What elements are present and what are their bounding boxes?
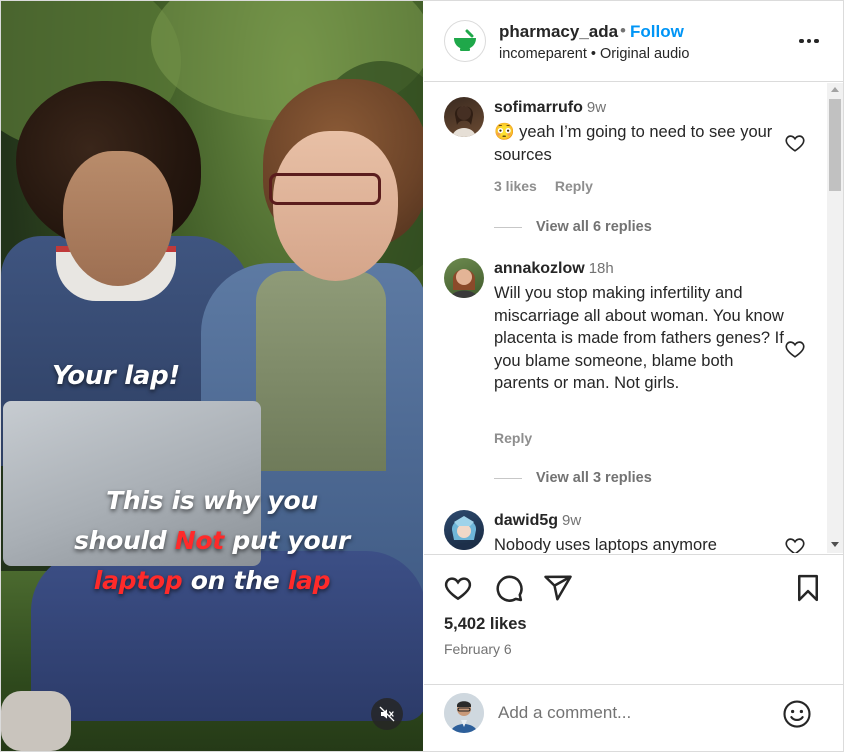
heart-icon[interactable]	[443, 573, 473, 603]
comment-composer	[424, 684, 843, 751]
more-options-button[interactable]	[797, 31, 821, 51]
more-options-icon	[799, 38, 804, 44]
caption-text: on the	[182, 566, 288, 595]
comment-meta: Reply	[494, 430, 550, 446]
caption-text: put your	[223, 526, 350, 555]
avatar-image	[450, 269, 478, 298]
comment-username[interactable]: dawid5g	[494, 512, 558, 529]
comment-username[interactable]: annakozlow	[494, 260, 585, 277]
current-user-avatar	[444, 693, 484, 733]
avatar-image	[451, 516, 477, 550]
mortar-pestle-icon	[454, 29, 476, 51]
avatar[interactable]	[444, 258, 484, 298]
post-actions: 5,402 likes February 6	[424, 554, 843, 684]
caption-highlight: laptop	[93, 566, 183, 595]
mute-button[interactable]	[371, 698, 403, 730]
header-username[interactable]: pharmacy_ada	[499, 22, 618, 42]
person-right-face	[273, 131, 398, 281]
speaker-muted-icon	[379, 706, 395, 722]
avatar-image	[444, 693, 484, 733]
comment-author[interactable]: sofimarrufo 9w	[494, 99, 606, 117]
comment-author[interactable]: dawid5g 9w	[494, 512, 581, 530]
scrollbar-thumb[interactable]	[829, 99, 841, 191]
comment-author[interactable]: annakozlow 18h	[494, 260, 614, 278]
comment-text: 😳 yeah I’m going to need to see your sou…	[494, 121, 784, 166]
comment-body: Will you stop making infertility and mis…	[494, 284, 784, 392]
more-options-icon	[806, 38, 812, 44]
comment-likes-count[interactable]: 3 likes	[494, 178, 537, 194]
caption-your-lap: Your lap!	[52, 361, 180, 391]
person-right-glasses	[269, 173, 381, 205]
comment-bubble-icon[interactable]	[494, 573, 524, 603]
follow-button[interactable]: Follow	[630, 22, 684, 42]
caption-line-1: This is why you	[106, 486, 318, 515]
more-options-icon	[814, 38, 819, 44]
comments-scrollbar[interactable]	[827, 83, 843, 553]
profile-avatar[interactable]	[444, 20, 486, 62]
person-left-face	[63, 151, 173, 286]
audio-attribution[interactable]: incomeparent • Original audio	[499, 46, 689, 62]
paper-plane-icon[interactable]	[543, 573, 573, 603]
reel-video[interactable]: Your lap! This is why you should Not put…	[1, 1, 423, 751]
avatar[interactable]	[444, 97, 484, 137]
caption-line-3: laptop on the lap	[1, 561, 423, 601]
reply-button[interactable]: Reply	[494, 430, 532, 446]
flushed-emoji-icon: 😳	[494, 123, 515, 141]
shoe	[1, 691, 71, 751]
smiley-icon[interactable]	[782, 699, 812, 729]
comment-time[interactable]: 9w	[562, 512, 581, 529]
avatar-image	[452, 106, 476, 137]
caption-highlight: lap	[287, 566, 331, 595]
comment-body: Nobody uses laptops anymore	[494, 536, 717, 553]
comments-list[interactable]: sofimarrufo 9w 😳 yeah I’m going to need t…	[424, 83, 827, 553]
comment-input[interactable]	[498, 699, 768, 727]
caption-text: should	[74, 526, 175, 555]
comment-body: yeah I’m going to need to see your sourc…	[494, 123, 773, 164]
comment-meta: 3 likes Reply	[494, 178, 611, 194]
scroll-up-arrow[interactable]	[831, 87, 839, 92]
comment-time[interactable]: 18h	[589, 260, 614, 277]
caption-line-2: should Not put your	[1, 521, 423, 561]
person-right-shirt	[256, 271, 386, 471]
separator-dot: •	[620, 21, 626, 40]
comment-username[interactable]: sofimarrufo	[494, 99, 583, 116]
avatar[interactable]	[444, 510, 484, 550]
heart-icon[interactable]	[784, 338, 806, 360]
view-replies-button[interactable]: View all 6 replies	[494, 219, 652, 235]
likes-count[interactable]: 5,402 likes	[444, 615, 527, 634]
caption-highlight: Not	[174, 526, 224, 555]
reply-button[interactable]: Reply	[555, 178, 593, 194]
post-date[interactable]: February 6	[444, 641, 512, 657]
heart-icon[interactable]	[784, 535, 806, 553]
post-header: pharmacy_ada • Follow incomeparent • Ori…	[424, 1, 843, 82]
heart-icon[interactable]	[784, 132, 806, 154]
bookmark-icon[interactable]	[793, 573, 823, 603]
view-replies-button[interactable]: View all 3 replies	[494, 470, 652, 486]
scroll-down-arrow[interactable]	[831, 542, 839, 547]
comment-time[interactable]: 9w	[587, 99, 606, 116]
